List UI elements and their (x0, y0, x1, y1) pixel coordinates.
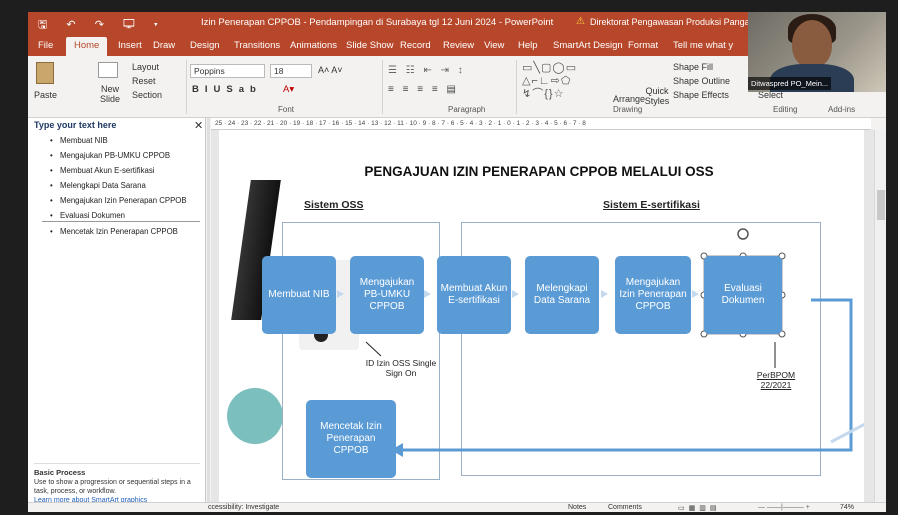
warning-icon: ⚠ (576, 16, 585, 27)
scrollbar-thumb[interactable] (877, 190, 885, 220)
tab-animations[interactable]: Animations (290, 40, 337, 51)
tab-slide-show[interactable]: Slide Show (346, 40, 394, 51)
tab-view[interactable]: View (484, 40, 504, 51)
process-box-mengajukan-izin[interactable]: Mengajukan Izin Penerapan CPPOB (615, 256, 691, 334)
text-pane-header: Type your text here (34, 120, 117, 130)
font-name-field[interactable]: Poppins (190, 64, 265, 78)
list-item[interactable]: Melengkapi Data Sarana (42, 181, 200, 191)
new-slide-icon (98, 62, 118, 78)
shapes-gallery-icon[interactable]: ▭╲▢◯▭ △⌐∟⇨⬠ ↯⌒{}☆ (522, 62, 602, 101)
process-box-mencetak-izin[interactable]: Mencetak Izin Penerapan CPPOB (306, 400, 396, 478)
paste-button[interactable]: Paste (34, 90, 57, 100)
participant-name: Ditwaspred PO_Mein... (748, 77, 832, 90)
shape-fill-button[interactable]: Shape Fill (673, 62, 713, 72)
tab-file[interactable]: File (38, 40, 53, 51)
paste-icon (36, 62, 54, 84)
participant-face (792, 20, 832, 68)
tab-help[interactable]: Help (518, 40, 538, 51)
group-paragraph-label: Paragraph (448, 105, 486, 114)
slide[interactable]: PENGAJUAN IZIN PENERAPAN CPPOB MELALUI O… (219, 130, 864, 502)
horizontal-ruler: 25 · 24 · 23 · 22 · 21 · 20 · 19 · 18 · … (211, 118, 871, 130)
powerpoint-window: 🖫 ↶ ↷ 🖵 ▾ Izin Penerapan CPPOB - Pendamp… (28, 12, 886, 512)
divider (516, 60, 517, 114)
process-box-mengajukan-pb-umku[interactable]: Mengajukan PB-UMKU CPPOB (350, 256, 424, 334)
arrow-1-icon (337, 290, 344, 298)
notes-button[interactable]: Notes (568, 504, 586, 511)
list-item[interactable]: Mengajukan PB-UMKU CPPOB (42, 151, 200, 161)
accessibility-status[interactable]: ccessibility: Investigate (208, 504, 279, 511)
align-buttons-icon[interactable]: ≡ ≡ ≡ ≡ ▤ (388, 84, 459, 95)
slide-canvas: PENGAJUAN IZIN PENERAPAN CPPOB MELALUI O… (211, 130, 874, 502)
arrow-3-icon (512, 290, 519, 298)
process-box-membuat-akun[interactable]: Membuat Akun E-sertifikasi (437, 256, 511, 334)
shape-effects-button[interactable]: Shape Effects (673, 90, 729, 100)
status-bar: ccessibility: Investigate Notes Comments… (28, 502, 886, 512)
note-oss-sso[interactable]: ID Izin OSS Single Sign On (361, 358, 441, 378)
tab-format[interactable]: Format (628, 40, 658, 51)
info-title: Basic Process (34, 468, 86, 477)
list-buttons-icon[interactable]: ☰ ☷ ⇤ ⇥ ↕ (388, 65, 466, 76)
note-perbpom[interactable]: PerBPOM 22/2021 (751, 370, 801, 390)
tab-transitions[interactable]: Transitions (234, 40, 280, 51)
tab-smartart-design[interactable]: SmartArt Design (553, 40, 623, 51)
info-text: Use to show a progression or sequential … (34, 479, 191, 495)
text-pane-list: Membuat NIB Mengajukan PB-UMKU CPPOB Mem… (42, 136, 200, 242)
arrow-4-icon (601, 290, 608, 298)
tab-record[interactable]: Record (400, 40, 431, 51)
tab-draw[interactable]: Draw (153, 40, 175, 51)
arrow-5-icon (692, 290, 699, 298)
view-buttons-icon[interactable]: ▭▦▥▤ (678, 504, 720, 512)
reset-button[interactable]: Reset (132, 76, 156, 86)
tab-review[interactable]: Review (443, 40, 474, 51)
close-icon[interactable]: ✕ (194, 119, 203, 132)
tab-design[interactable]: Design (190, 40, 220, 51)
process-box-membuat-nib[interactable]: Membuat NIB (262, 256, 336, 334)
group-addins-label: Add-ins (828, 105, 856, 114)
list-item[interactable]: Evaluasi Dokumen (42, 211, 200, 222)
divider (382, 60, 383, 114)
zoom-slider[interactable]: — ——|——— + (758, 504, 810, 511)
list-item[interactable]: Membuat Akun E-sertifikasi (42, 166, 200, 176)
format-buttons-icon[interactable]: BIUSab (192, 84, 262, 95)
arrange-button[interactable]: Arrange (613, 94, 645, 104)
section-button[interactable]: Section (132, 90, 162, 100)
rotate-handle-icon (737, 228, 749, 240)
group-font-label: Font (278, 105, 295, 114)
list-item[interactable]: Mengajukan Izin Penerapan CPPOB (42, 196, 200, 206)
vertical-ruler (207, 118, 210, 508)
arrow-2-icon (424, 290, 431, 298)
group-drawing-label: Drawing (613, 105, 643, 114)
oss-note-pointer (365, 341, 382, 357)
quick-styles-button[interactable]: Quick Styles (644, 86, 670, 106)
quick-access-toolbar[interactable]: 🖫 ↶ ↷ 🖵 ▾ (38, 16, 166, 35)
tab-home[interactable]: Home (66, 37, 108, 56)
divider (186, 60, 187, 114)
font-color-icon[interactable]: A▾ (283, 84, 294, 95)
group-editing-label: Editing (773, 105, 798, 114)
list-item[interactable]: Mencetak Izin Penerapan CPPOB (42, 227, 200, 237)
document-title: Izin Penerapan CPPOB - Pendampingan di S… (201, 17, 554, 28)
font-size-field[interactable]: 18 (270, 64, 312, 78)
new-slide-button[interactable]: New Slide (90, 84, 130, 104)
list-item[interactable]: Membuat NIB (42, 136, 200, 146)
font-grow-icon[interactable]: A˄ A˅ (318, 65, 343, 75)
zoom-level[interactable]: 74% (840, 504, 854, 511)
smartart-text-pane: Type your text here ✕ Membuat NIB Mengaj… (28, 118, 206, 512)
layout-button[interactable]: Layout (132, 62, 159, 72)
comments-button[interactable]: Comments (608, 504, 642, 511)
process-box-evaluasi-dokumen[interactable]: Evaluasi Dokumen (704, 256, 782, 334)
tell-me-search[interactable]: Tell me what y (673, 40, 733, 51)
decorative-line (830, 422, 864, 444)
smartart-info: Basic Process Use to show a progression … (34, 463, 200, 505)
video-call-overlay: Ditwaspred PO_Mein... (748, 12, 886, 92)
shape-outline-button[interactable]: Shape Outline (673, 76, 730, 86)
process-box-melengkapi-data[interactable]: Melengkapi Data Sarana (525, 256, 599, 334)
vertical-scrollbar[interactable] (874, 130, 886, 502)
tab-insert[interactable]: Insert (118, 40, 142, 51)
